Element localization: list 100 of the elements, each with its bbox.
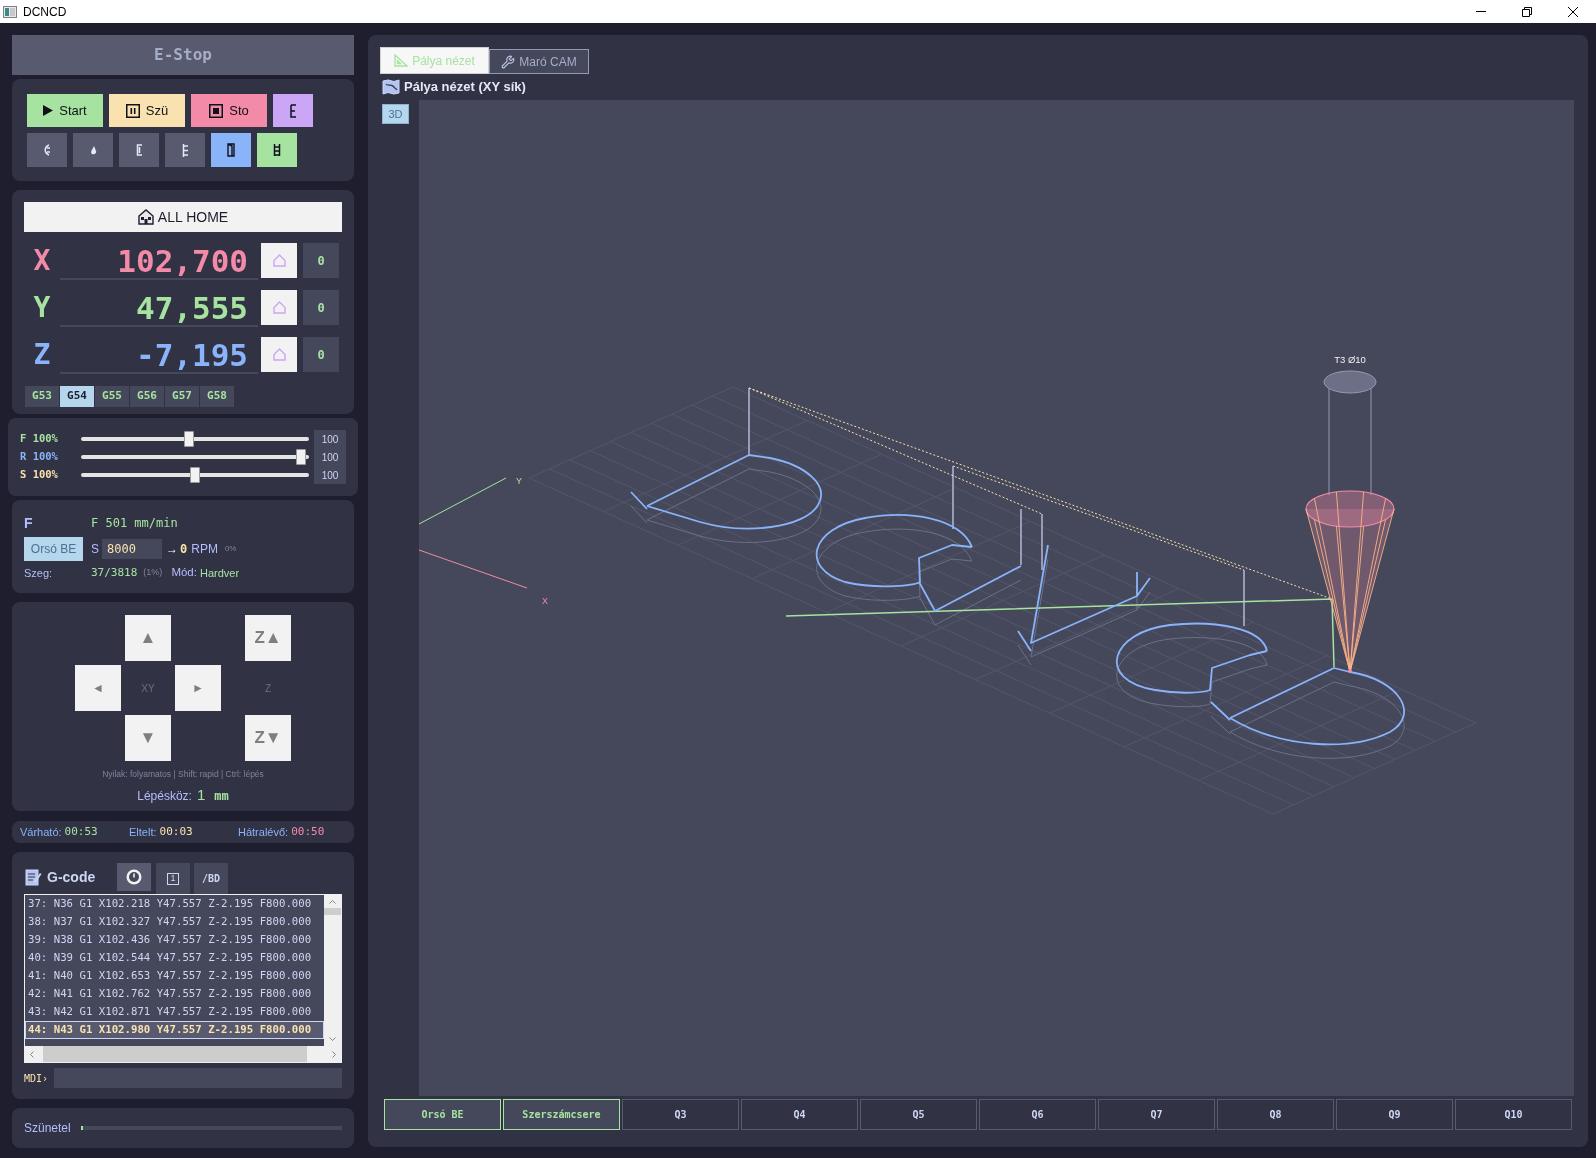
tool-button[interactable] [257,133,297,167]
home-axis-button[interactable] [261,243,297,278]
jog-z-up-button[interactable]: Z▲ [245,615,291,661]
jog-down-button[interactable]: ▼ [125,715,171,761]
power-button[interactable] [117,863,151,891]
stop-button[interactable]: Sto [191,94,267,127]
spindle-speed-field[interactable]: 8000 [102,539,162,559]
restore-icon [1522,6,1532,17]
xy-label: XY [140,681,156,696]
jog-up-button[interactable]: ▲ [125,615,171,661]
work-offset-tab[interactable]: G54 [60,386,94,407]
jog-left-button[interactable]: ◄ [75,665,121,711]
tool-button[interactable] [27,133,67,167]
step-value: 1 [196,784,206,805]
work-offset-tab[interactable]: G58 [200,386,234,407]
work-offset-tab[interactable]: G53 [25,386,59,407]
gcode-line[interactable]: 42: N41 G1 X102.762 Y47.557 Z-2.195 F800.000 [25,985,324,1003]
scroll-thumb[interactable] [324,908,341,915]
close-icon [1568,6,1578,17]
override-value: 100 [320,450,340,465]
all-home-button[interactable]: ALL HOME [24,202,342,232]
zero-axis-button[interactable]: 0 [303,290,339,325]
work-offset-tab[interactable]: G56 [130,386,164,407]
home-axis-button[interactable] [261,337,297,372]
quick-action-button[interactable]: Orsó BE [384,1099,501,1130]
step-unit: mm [214,787,229,805]
feed-mode-label: F [24,513,34,533]
home-icon [272,348,286,361]
quick-action-button[interactable]: Q3 [622,1099,739,1130]
time-value: 00:53 [64,823,98,840]
ladder-icon [273,143,281,157]
caret-right-icon [332,1050,336,1058]
coordinate-value: 102,700 [117,243,248,278]
tool-label: T3 Ø10 [1334,354,1366,365]
quick-action-button[interactable]: Q6 [979,1099,1096,1130]
spindle-on-button[interactable]: Orsó BE [24,537,83,561]
quick-action-button[interactable]: Q8 [1217,1099,1334,1130]
tool-button[interactable] [165,133,205,167]
gcode-line[interactable]: 40: N39 G1 X102.544 Y47.557 Z-2.195 F800.000 [25,949,324,967]
view-tab[interactable]: Maró CAM [489,49,589,74]
slider-thumb[interactable] [183,431,194,447]
slider-thumb[interactable] [190,467,200,483]
jog-z-down-button[interactable]: Z▼ [245,715,291,761]
mode-label: Mód: [171,565,197,581]
power-icon [126,869,142,885]
override-value: 100 [320,432,340,447]
slider-thumb[interactable] [296,449,306,465]
spindle-label: S [91,541,99,558]
work-offset-tab[interactable]: G57 [165,386,199,407]
quick-action-button[interactable]: Szerszámcsere [503,1099,620,1130]
segment-count: 37/3818 [91,564,138,581]
droplet-icon [89,145,97,155]
house-icon [137,209,154,225]
mdi-label: MDI› [24,1071,50,1086]
quick-action-button[interactable]: Q4 [741,1099,858,1130]
quick-action-button[interactable]: Q7 [1098,1099,1215,1130]
home-axis-button[interactable] [261,290,297,325]
override-label: S 100% [20,467,59,483]
time-label: Várható: [20,824,62,840]
coordinate-value: -7,195 [136,337,248,372]
quick-action-button[interactable]: Q5 [860,1099,977,1130]
jog-hint: Nyilak: folyamatos | Shift: rapid | Ctrl: lépés [102,768,264,781]
time-value: 00:50 [291,823,325,840]
single-step-button[interactable]: 1 [156,863,190,894]
pause-button[interactable]: Szü [109,94,185,127]
caret-up-icon [329,900,336,904]
z-label: Z [263,681,273,696]
bracket-icon [289,103,297,118]
work-offset-tab[interactable]: G55 [95,386,129,407]
triangle-ruler-icon [394,54,409,67]
axis-label: Y [516,476,522,486]
scroll-thumb[interactable] [43,1046,307,1062]
caret-down-icon [329,1037,336,1041]
coordinate-value: 47,555 [136,290,248,325]
jog-right-button[interactable]: ► [175,665,221,711]
gcode-line[interactable]: 38: N37 G1 X102.327 Y47.557 Z-2.195 F800.000 [25,913,324,931]
arc-icon [43,144,51,156]
quick-action-button[interactable]: Q10 [1455,1099,1572,1130]
caret-left-icon [30,1050,34,1058]
quick-action-button[interactable]: Q9 [1336,1099,1453,1130]
spindle-load: 0% [224,543,237,555]
gcode-line[interactable]: 37: N36 G1 X102.218 Y47.557 Z-2.195 F800.000 [25,895,324,913]
block-delete-button[interactable]: /BD [194,863,228,894]
view-3d-button[interactable]: 3D [382,104,409,124]
override-label: R 100% [20,449,59,465]
zero-axis-button[interactable]: 0 [303,337,339,372]
time-value: 00:03 [159,823,193,840]
map-icon [382,79,400,95]
window-title: DCNCD [23,3,67,21]
home-icon [272,301,286,314]
gcode-line[interactable]: 39: N38 G1 X102.436 Y47.557 Z-2.195 F800.000 [25,931,324,949]
minimize-icon [1476,11,1486,12]
tool-button[interactable] [119,133,159,167]
gcode-line[interactable]: 41: N40 G1 X102.653 Y47.557 Z-2.195 F800.000 [25,967,324,985]
tool-button[interactable] [211,133,251,167]
start-button[interactable]: Start [27,94,103,127]
arrow-label: → [166,541,178,558]
zero-axis-button[interactable]: 0 [303,243,339,278]
bracket-tool-button[interactable] [273,94,313,127]
gcode-line[interactable]: 43: N42 G1 X102.871 Y47.557 Z-2.195 F800.000 [25,1003,324,1021]
